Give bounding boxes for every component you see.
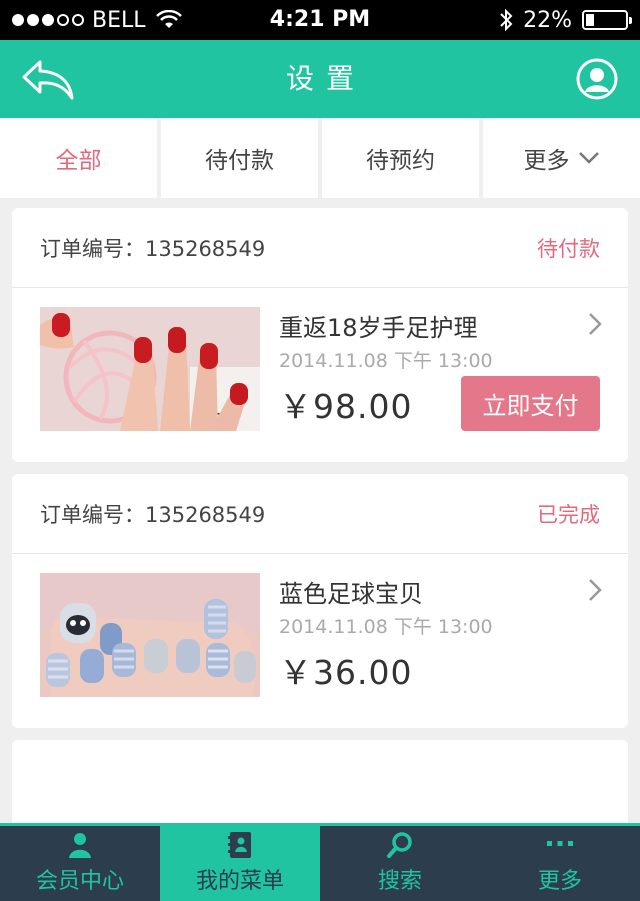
user-icon bbox=[69, 833, 91, 858]
tab-label: 待付款 bbox=[205, 148, 274, 174]
tab-label: 更多 bbox=[523, 148, 570, 174]
page-title: 设置 bbox=[285, 62, 366, 95]
order-header: 订单编号：135268549 待付款 bbox=[12, 208, 628, 288]
tab-pending-booking[interactable]: 待预约 bbox=[322, 118, 479, 198]
filter-tabs: 全部 待付款 待预约 更多 bbox=[0, 118, 640, 198]
tabbar-search[interactable]: 搜索 bbox=[320, 826, 480, 901]
user-icon[interactable] bbox=[576, 58, 618, 100]
status-bar: BELL 4:21 PM 22% bbox=[0, 0, 640, 40]
status-right: 22% bbox=[499, 0, 632, 40]
product-price: ￥36.00 bbox=[279, 653, 413, 692]
chevron-right-icon[interactable] bbox=[586, 578, 604, 602]
tabbar-member-center[interactable]: 会员中心 bbox=[0, 826, 160, 901]
bluetooth-icon bbox=[500, 8, 513, 32]
tabbar-label: 我的菜单 bbox=[195, 869, 284, 894]
appointment-time: 2014.11.08 下午 13:00 bbox=[279, 616, 493, 638]
nav-bar: 设置 bbox=[0, 40, 640, 118]
tab-label: 全部 bbox=[55, 148, 102, 174]
chevron-right-icon[interactable] bbox=[586, 312, 604, 336]
product-image-blue-nails bbox=[40, 573, 260, 697]
order-status: 已完成 bbox=[537, 502, 600, 527]
product-name: 蓝色足球宝贝 bbox=[279, 580, 423, 608]
pay-now-button[interactable]: 立即支付 bbox=[461, 376, 600, 431]
tabbar-more[interactable]: 更多 bbox=[480, 826, 640, 901]
order-card: 订单编号：135268549 待付款 ne 重返18岁手足护 bbox=[12, 208, 628, 462]
order-header: 订单编号：135268549 已完成 bbox=[12, 474, 628, 554]
tab-pending-payment[interactable]: 待付款 bbox=[161, 118, 318, 198]
order-item[interactable]: 蓝色足球宝贝 2014.11.08 下午 13:00 ￥36.00 bbox=[12, 554, 628, 728]
tabbar-label: 会员中心 bbox=[35, 869, 124, 894]
order-number: 订单编号：135268549 bbox=[40, 502, 266, 527]
battery-percent: 22% bbox=[523, 7, 572, 33]
bottom-tab-bar: 会员中心 我的菜单 搜索 更多 bbox=[0, 823, 640, 901]
order-card: 订单编号：135268549 已完成 蓝色足球宝贝 2014.11.08 下午 … bbox=[12, 474, 628, 728]
tabbar-label: 搜索 bbox=[377, 869, 422, 894]
order-item[interactable]: ne 重返18岁手足护理 2014.11.08 下午 13:00 ￥98.00 bbox=[12, 288, 628, 462]
order-list: 订单编号：135268549 待付款 ne 重返18岁手足护 bbox=[12, 208, 628, 852]
product-price: ￥98.00 bbox=[279, 387, 413, 426]
battery-level bbox=[586, 14, 595, 26]
order-number: 订单编号：135268549 bbox=[40, 236, 266, 261]
tabbar-my-menu[interactable]: 我的菜单 bbox=[160, 826, 320, 901]
product-image-red-nails: ne bbox=[40, 307, 260, 431]
notebook-icon bbox=[228, 832, 251, 858]
more-dots-icon bbox=[547, 841, 573, 846]
tab-label: 待预约 bbox=[366, 148, 435, 174]
chevron-down-icon bbox=[578, 152, 599, 164]
tab-all[interactable]: 全部 bbox=[0, 118, 157, 198]
search-icon bbox=[387, 832, 412, 858]
product-name: 重返18岁手足护理 bbox=[279, 314, 478, 342]
order-status: 待付款 bbox=[537, 236, 600, 261]
battery-icon bbox=[582, 10, 632, 30]
appointment-time: 2014.11.08 下午 13:00 bbox=[279, 350, 493, 372]
tabbar-label: 更多 bbox=[537, 869, 582, 894]
tab-more[interactable]: 更多 bbox=[483, 118, 640, 198]
